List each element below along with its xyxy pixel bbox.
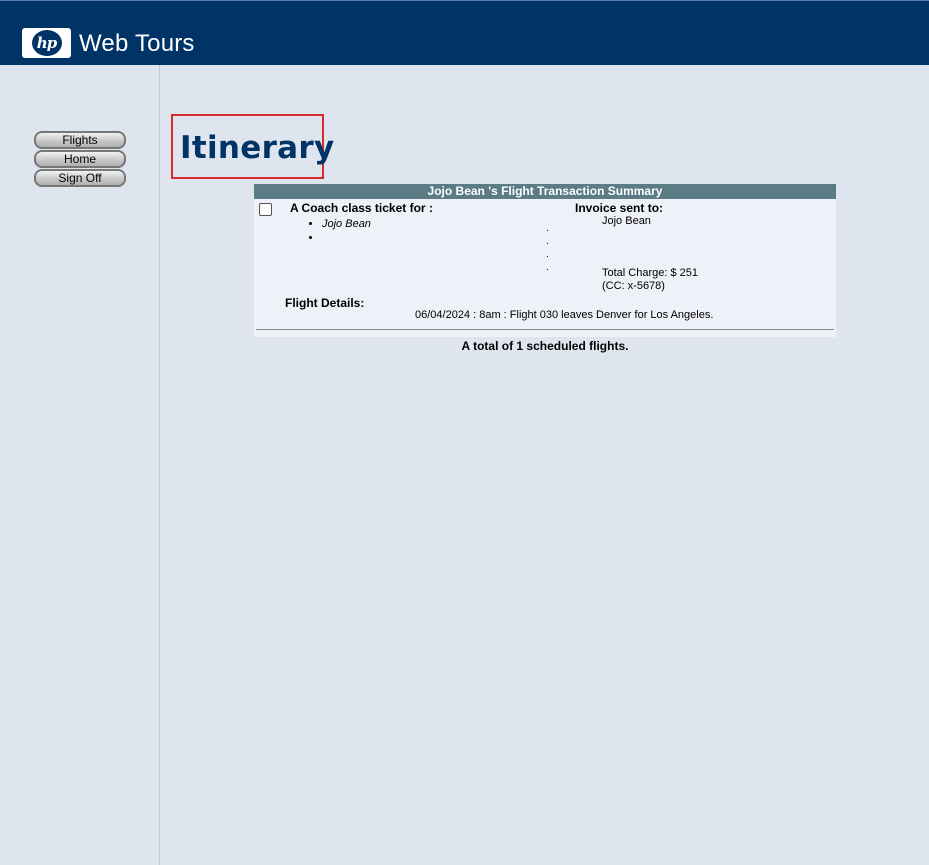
nav-flights-button[interactable]: Flights <box>34 131 126 149</box>
passenger-item: Jojo Bean <box>322 217 371 231</box>
select-itinerary-checkbox[interactable] <box>259 203 272 216</box>
address-line: . <box>546 262 549 273</box>
passenger-item <box>322 231 371 245</box>
sidebar: Flights Home Sign Off <box>0 65 160 865</box>
hp-logo: hp <box>22 28 71 58</box>
invoice-name: Jojo Bean <box>602 215 651 227</box>
total-charge: Total Charge: $ 251 <box>602 267 699 279</box>
summary-header: Jojo Bean 's Flight Transaction Summary <box>254 184 836 199</box>
nav-home-button[interactable]: Home <box>34 150 126 168</box>
nav-sign-off-button[interactable]: Sign Off <box>34 169 126 187</box>
brand-title: Web Tours <box>79 30 195 57</box>
hp-logo-icon: hp <box>31 30 62 56</box>
ticket-label: A Coach class ticket for : <box>290 201 433 215</box>
flight-detail: 06/04/2024 : 8am : Flight 030 leaves Den… <box>415 309 714 321</box>
transaction-summary: Jojo Bean 's Flight Transaction Summary … <box>254 184 836 337</box>
address-line: . <box>546 223 549 234</box>
total-flights: A total of 1 scheduled flights. <box>461 339 629 353</box>
card-info: (CC: x-5678) <box>602 280 665 292</box>
passenger-list: Jojo Bean <box>322 217 371 245</box>
address-line: . <box>546 249 549 260</box>
flight-details-label: Flight Details: <box>285 296 365 310</box>
top-banner: hp Web Tours <box>0 0 929 65</box>
address-line: . <box>546 236 549 247</box>
invoice-label: Invoice sent to: <box>575 201 664 215</box>
page-title: Itinerary <box>180 130 335 166</box>
divider <box>256 329 834 330</box>
charge-info: Total Charge: $ 251 (CC: x-5678) <box>602 267 698 293</box>
